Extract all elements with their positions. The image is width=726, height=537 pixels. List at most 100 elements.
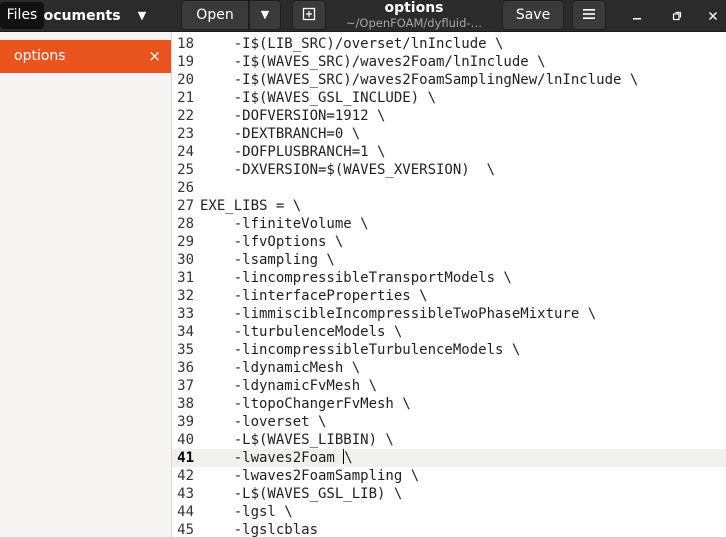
code-line[interactable]: 35 -lincompressibleTurbulenceModels \ [172,341,726,359]
code-text[interactable]: -lfiniteVolume \ [200,215,369,233]
code-line[interactable]: 32 -linterfaceProperties \ [172,287,726,305]
code-text[interactable]: -I$(WAVES_GSL_INCLUDE) \ [200,89,436,107]
code-text[interactable]: EXE_LIBS = \ [200,197,301,215]
code-text[interactable]: -ldynamicFvMesh \ [200,377,377,395]
open-dropdown-button[interactable]: ▼ [249,0,281,30]
code-text[interactable]: -lincompressibleTurbulenceModels \ [200,341,521,359]
line-number: 20 [177,72,194,88]
code-line[interactable]: 18 -I$(LIB_SRC)/overset/lnInclude \ [172,35,726,53]
line-number: 37 [177,378,194,394]
save-button[interactable]: Save [502,0,564,30]
code-line[interactable]: 38 -ltopoChangerFvMesh \ [172,395,726,413]
documents-title[interactable]: Documents [32,0,121,32]
line-number: 43 [177,486,194,502]
code-line[interactable]: 25 -DXVERSION=$(WAVES_XVERSION) \ [172,161,726,179]
line-number: 25 [177,162,194,178]
code-text[interactable]: -loverset \ [200,413,327,431]
minimize-button[interactable] [622,0,652,32]
code-text[interactable]: -lgslcblas [200,521,318,537]
code-line[interactable]: 36 -ldynamicMesh \ [172,359,726,377]
code-text[interactable]: -I$(WAVES_SRC)/waves2FoamSamplingNew/lnI… [200,71,639,89]
restore-icon [672,11,682,21]
line-number: 45 [177,522,194,537]
open-button[interactable]: Open [181,0,249,30]
code-line[interactable]: 43 -L$(WAVES_GSL_LIB) \ [172,485,726,503]
code-line[interactable]: 34 -lturbulenceModels \ [172,323,726,341]
window-title-area: options ~/OpenFOAM/dyfluid-… [326,0,502,32]
code-line[interactable]: 37 -ldynamicFvMesh \ [172,377,726,395]
code-line[interactable]: 40 -L$(WAVES_LIBBIN) \ [172,431,726,449]
code-text[interactable]: -DOFVERSION=1912 \ [200,107,386,125]
code-line[interactable]: 39 -loverset \ [172,413,726,431]
hamburger-menu-icon [583,9,595,19]
document-row-options[interactable]: options × [0,40,171,73]
code-line[interactable]: 45 -lgslcblas [172,521,726,537]
close-window-button[interactable] [698,0,726,32]
code-line[interactable]: 23 -DEXTBRANCH=0 \ [172,125,726,143]
code-line[interactable]: 41 -lwaves2Foam \ [172,449,726,467]
code-text[interactable]: -linterfaceProperties \ [200,287,428,305]
code-line[interactable]: 31 -lincompressibleTransportModels \ [172,269,726,287]
code-text[interactable]: -DOFPLUSBRANCH=1 \ [200,143,386,161]
line-number: 33 [177,306,194,322]
code-line[interactable]: 22 -DOFVERSION=1912 \ [172,107,726,125]
line-number: 42 [177,468,194,484]
close-document-icon[interactable]: × [148,40,161,73]
document-row-label: options [14,48,66,64]
menu-button[interactable] [572,0,606,30]
code-text[interactable]: -I$(LIB_SRC)/overset/lnInclude \ [200,35,504,53]
line-number: 34 [177,324,194,340]
line-number: 44 [177,504,194,520]
header-bar: Documents ▼ Files Open ▼ options ~/OpenF… [0,0,726,32]
code-text[interactable]: -DEXTBRANCH=0 \ [200,125,360,143]
files-label[interactable]: Files [0,2,44,29]
line-number: 19 [177,54,194,70]
code-text[interactable]: -L$(WAVES_GSL_LIB) \ [200,485,403,503]
line-number: 21 [177,90,194,106]
close-icon [709,12,717,20]
code-text[interactable]: -ltopoChangerFvMesh \ [200,395,411,413]
line-number: 27 [177,198,194,214]
code-text[interactable]: -lturbulenceModels \ [200,323,403,341]
text-editor[interactable]: 18 -I$(LIB_SRC)/overset/lnInclude \ 19 -I… [172,32,726,537]
line-number: 18 [177,36,194,52]
code-text[interactable]: -ldynamicMesh \ [200,359,360,377]
code-text[interactable]: -lincompressibleTransportModels \ [200,269,512,287]
code-line[interactable]: 42 -lwaves2FoamSampling \ [172,467,726,485]
code-line[interactable]: 19 -I$(WAVES_SRC)/waves2Foam/lnInclude \ [172,53,726,71]
minimize-icon [633,18,641,20]
code-text[interactable]: -lwaves2FoamSampling \ [200,467,419,485]
code-line[interactable]: 27 EXE_LIBS = \ [172,197,726,215]
maximize-button[interactable] [662,0,692,32]
window-subtitle: ~/OpenFOAM/dyfluid-… [345,16,483,30]
new-document-icon [302,7,316,21]
code-text[interactable]: -limmiscibleIncompressibleTwoPhaseMixtur… [200,305,596,323]
code-text[interactable]: -I$(WAVES_SRC)/waves2Foam/lnInclude \ [200,53,546,71]
code-line[interactable]: 20 -I$(WAVES_SRC)/waves2FoamSamplingNew/… [172,71,726,89]
code-text[interactable]: -lsampling \ [200,251,335,269]
code-text[interactable]: -L$(WAVES_LIBBIN) \ [200,431,394,449]
line-number: 41 [177,450,194,466]
code-text[interactable]: -lgsl \ [200,503,293,521]
code-line[interactable]: 33 -limmiscibleIncompressibleTwoPhaseMix… [172,305,726,323]
code-line[interactable]: 30 -lsampling \ [172,251,726,269]
code-text[interactable]: -lwaves2Foam \ [200,449,353,467]
code-line[interactable]: 24 -DOFPLUSBRANCH=1 \ [172,143,726,161]
code-text[interactable]: -lfvOptions \ [200,233,344,251]
line-number: 24 [177,144,194,160]
code-line[interactable]: 29 -lfvOptions \ [172,233,726,251]
code-line[interactable]: 26 [172,179,726,197]
code-line[interactable]: 44 -lgsl \ [172,503,726,521]
documents-dropdown-arrow[interactable]: ▼ [134,0,150,32]
line-number: 26 [177,180,194,196]
code-line[interactable]: 21 -I$(WAVES_GSL_INCLUDE) \ [172,89,726,107]
window-title: options [384,0,444,16]
code-line[interactable]: 28 -lfiniteVolume \ [172,215,726,233]
line-number: 38 [177,396,194,412]
line-number: 29 [177,234,194,250]
new-tab-button[interactable] [292,0,326,30]
code-text[interactable]: -DXVERSION=$(WAVES_XVERSION) \ [200,161,495,179]
line-number: 32 [177,288,194,304]
line-number: 40 [177,432,194,448]
line-number: 23 [177,126,194,142]
